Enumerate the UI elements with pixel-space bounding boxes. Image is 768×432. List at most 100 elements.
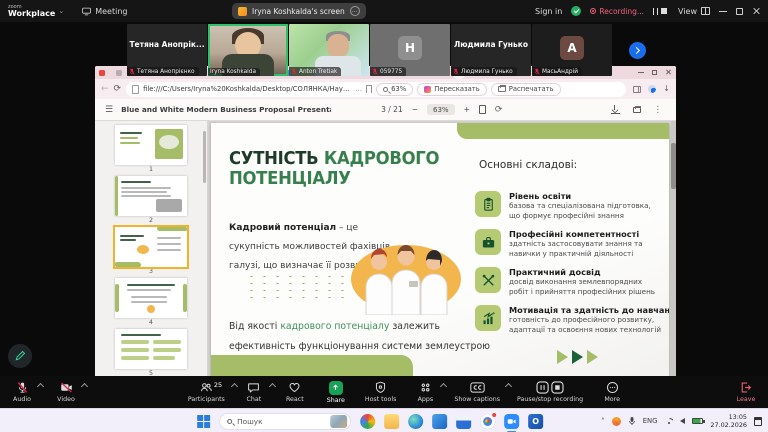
captions-chevron[interactable] xyxy=(505,382,512,389)
thumbnail-scrollbar[interactable] xyxy=(203,131,206,183)
pdf-menu-icon[interactable]: ☰ xyxy=(105,105,113,115)
pdf-download-icon[interactable] xyxy=(611,106,620,114)
pdf-toolbar: ☰ Blue and White Modern Business Proposa… xyxy=(95,99,676,121)
reload-icon[interactable]: ⟳ xyxy=(114,85,122,94)
sign-in-link[interactable]: Sign in xyxy=(535,7,562,16)
pdf-zoom-level[interactable]: 63% xyxy=(427,104,455,115)
pause-icon[interactable] xyxy=(653,8,658,15)
page-zoom-chip[interactable]: 63% xyxy=(376,83,413,96)
thumbnail-5[interactable]: 5 xyxy=(115,329,187,377)
browser-window: + ← ⟳ file:///C:/Users/Iryna%20Koshkalda… xyxy=(95,66,676,378)
edge-icon[interactable] xyxy=(408,414,423,429)
chrome-icon[interactable] xyxy=(480,414,495,429)
more-button[interactable]: More xyxy=(600,381,624,403)
cc-icon xyxy=(470,381,485,394)
search-icon xyxy=(227,419,232,424)
retell-button[interactable]: Пересказать xyxy=(417,83,487,96)
bookmark-icon[interactable] xyxy=(366,85,372,93)
side-panel-icon[interactable] xyxy=(633,86,641,93)
video-options-chevron[interactable] xyxy=(81,383,88,390)
muted-mic-icon xyxy=(129,68,135,75)
tab-shared-screen[interactable]: Iryna Koshkalda's screen … xyxy=(232,3,366,19)
participant-tile-tetyana[interactable]: Тетяна Анопрік... Тетяна Анопрієнко xyxy=(127,24,207,76)
rotate-icon[interactable]: ⟳ xyxy=(495,105,503,115)
profile-sync-icon[interactable] xyxy=(648,85,656,93)
tray-mic-icon[interactable] xyxy=(628,416,636,426)
tray-app-icon[interactable] xyxy=(612,417,621,426)
participants-button[interactable]: 25 Participants xyxy=(188,381,225,403)
chat-icon xyxy=(247,381,260,394)
chevron-right-icon xyxy=(633,47,640,54)
react-button[interactable]: React xyxy=(283,381,307,403)
volume-icon[interactable] xyxy=(680,418,685,424)
tray-expand-chevron[interactable]: ˄ xyxy=(601,417,605,426)
pdf-print-icon[interactable] xyxy=(633,107,641,113)
browser-address-bar: ← ⟳ file:///C:/Users/Iryna%20Koshkalda/D… xyxy=(95,79,676,99)
pause-stop-recording-button[interactable]: Pause/stop recording xyxy=(517,381,583,403)
thumbnail-3-selected[interactable]: 3 xyxy=(115,227,187,275)
start-button[interactable] xyxy=(197,415,210,428)
back-icon[interactable]: ← xyxy=(101,85,109,94)
pdf-thumbnail-sidebar: 1 2 xyxy=(95,121,207,377)
taskbar-clock[interactable]: 13:05 27.02.2026 xyxy=(710,413,747,430)
tab-options-icon[interactable]: … xyxy=(350,6,360,16)
video-button[interactable]: Video xyxy=(54,381,78,403)
file-explorer-icon[interactable] xyxy=(384,414,399,429)
zoom-app-window: zoom Workplace ⌄ Meeting Iryna Koshkalda… xyxy=(0,0,768,432)
thumbnail-2[interactable]: 2 xyxy=(115,176,187,224)
host-tools-button[interactable]: Host tools xyxy=(365,381,397,403)
participant-tile-iryna[interactable]: Iryna Koshkalda xyxy=(208,24,288,76)
captions-button[interactable]: Show captions xyxy=(454,381,500,403)
language-indicator[interactable]: ENG xyxy=(643,417,658,425)
url-field[interactable]: file:///C:/Users/Iryna%20Koshkalda/Deskt… xyxy=(126,82,626,97)
thumbnail-1[interactable]: 1 xyxy=(115,125,187,173)
participant-tile-masandriy[interactable]: А МасьАндрій xyxy=(532,24,612,76)
pdf-zoom-out-button[interactable]: − xyxy=(412,105,418,114)
recording-controls[interactable] xyxy=(653,8,667,15)
pdf-more-icon[interactable]: ⋮ xyxy=(654,105,663,115)
zoom-app-icon[interactable] xyxy=(504,414,519,429)
window-maximize-button[interactable] xyxy=(736,8,743,15)
taskbar-search[interactable]: Пошук xyxy=(219,413,351,430)
apps-icon xyxy=(419,381,432,394)
search-highlight-image xyxy=(330,415,347,428)
view-button[interactable]: View xyxy=(678,7,710,16)
chevron-down-icon[interactable]: ⌄ xyxy=(58,7,64,15)
participant-tile-anton[interactable]: Anton Tretiak xyxy=(289,24,369,76)
wifi-icon[interactable] xyxy=(664,418,673,425)
chat-chevron[interactable] xyxy=(269,382,276,389)
audio-options-chevron[interactable] xyxy=(37,383,44,390)
participant-tile-h[interactable]: H 059775 xyxy=(370,24,450,76)
battery-icon[interactable] xyxy=(692,418,703,424)
participant-strip: Тетяна Анопрік... Тетяна Анопрієнко Iryn… xyxy=(0,22,768,78)
window-minimize-button[interactable] xyxy=(719,11,727,12)
window-close-button[interactable] xyxy=(752,7,760,15)
chat-button[interactable]: Chat xyxy=(242,381,266,403)
tab-meeting[interactable]: Meeting xyxy=(82,7,127,16)
apps-chevron[interactable] xyxy=(440,382,447,389)
store-icon[interactable] xyxy=(432,414,447,429)
pdf-scrollbar[interactable] xyxy=(671,121,676,377)
audio-button[interactable]: Audio xyxy=(10,381,34,403)
pdf-scrollbar-thumb[interactable] xyxy=(671,143,676,189)
notification-center-icon[interactable] xyxy=(754,417,762,426)
shield-icon xyxy=(374,381,387,394)
leave-button[interactable]: Leave xyxy=(734,381,758,403)
thumbnail-4[interactable]: 4 xyxy=(115,278,187,326)
share-button[interactable]: Share xyxy=(324,381,348,404)
pdf-zoom-in-button[interactable]: + xyxy=(464,105,470,114)
print-page-button[interactable]: Распечатать xyxy=(491,83,561,96)
participants-chevron[interactable] xyxy=(231,382,238,389)
participant-tile-lyudmyla[interactable]: Людмила Гунько Людмила Гунько xyxy=(451,24,531,76)
apps-button[interactable]: Apps xyxy=(413,381,437,403)
downloads-icon[interactable]: ↓ xyxy=(663,85,670,93)
next-participants-button[interactable] xyxy=(629,42,646,59)
stop-icon[interactable] xyxy=(661,8,667,14)
shared-screen-icon xyxy=(238,7,247,16)
save-app-icon[interactable] xyxy=(456,414,471,429)
annotate-button[interactable] xyxy=(8,344,32,368)
windows-taskbar: Пошук O ˄ ENG 13:05 27.02.2026 xyxy=(0,408,768,432)
outlook-icon[interactable]: O xyxy=(528,414,543,429)
fit-page-icon[interactable] xyxy=(479,105,486,114)
copilot-icon[interactable] xyxy=(360,414,375,429)
